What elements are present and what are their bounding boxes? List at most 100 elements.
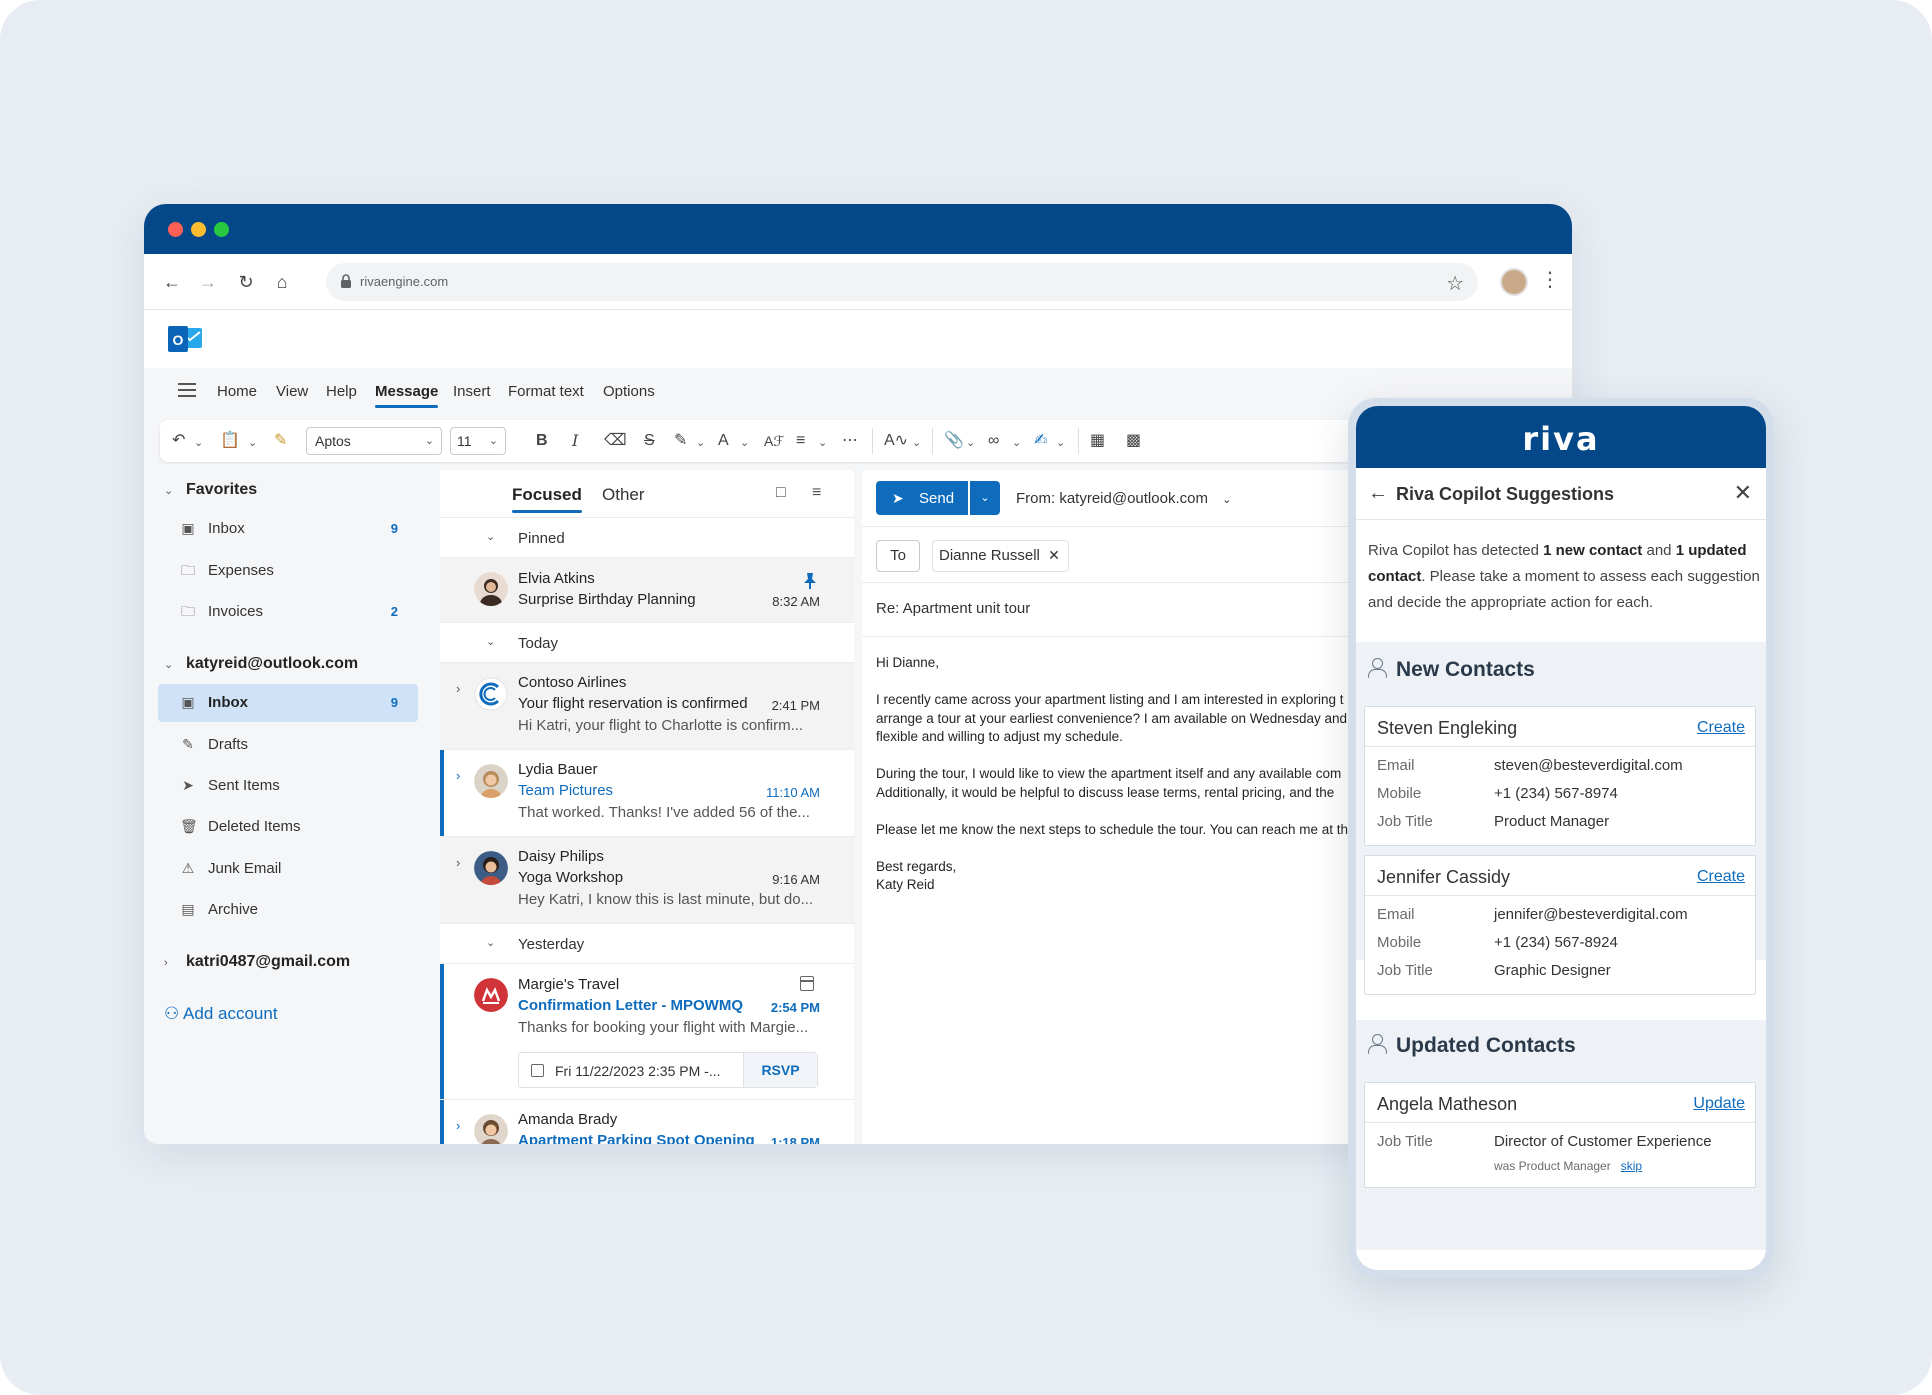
link-dropdown-icon[interactable]: ⌄ bbox=[1012, 432, 1021, 454]
sidebar-item-sent-items[interactable]: ➤ Sent Items bbox=[158, 767, 418, 805]
tab-format-text[interactable]: Format text bbox=[508, 383, 584, 400]
paste-icon[interactable]: 📋 bbox=[220, 430, 240, 452]
section-header-pinned[interactable]: ⌄ Pinned bbox=[440, 518, 854, 558]
format-painter-icon[interactable]: ✎ bbox=[274, 430, 287, 452]
font-size-select[interactable]: 11 ⌄ bbox=[450, 427, 506, 455]
chevron-right-icon[interactable]: › bbox=[456, 681, 460, 696]
section-header-yesterday[interactable]: ⌄ Yesterday bbox=[440, 924, 854, 964]
message-item-elvia-atkins[interactable]: Elvia Atkins Surprise Birthday Planning … bbox=[440, 558, 854, 623]
font-color-icon[interactable]: A bbox=[718, 430, 729, 452]
hamburger-menu-icon[interactable] bbox=[178, 383, 196, 397]
message-item-margies-travel[interactable]: Margie's Travel Confirmation Letter - MP… bbox=[440, 964, 854, 1100]
message-item-contoso-airlines[interactable]: › Contoso Airlines Your flight reservati… bbox=[440, 663, 854, 750]
profile-avatar[interactable] bbox=[1500, 268, 1528, 296]
message-time: 8:32 AM bbox=[772, 594, 820, 609]
favorites-group[interactable]: ⌄ Favorites bbox=[164, 481, 257, 499]
account-group-gmail[interactable]: › katri0487@gmail.com bbox=[164, 953, 350, 971]
tab-help[interactable]: Help bbox=[326, 383, 357, 400]
undo-dropdown-icon[interactable]: ⌄ bbox=[194, 432, 203, 454]
message-item-lydia-bauer[interactable]: › Lydia Bauer Team Pictures 11:10 AM Tha… bbox=[440, 750, 854, 837]
styles-icon[interactable]: A∿ bbox=[884, 430, 908, 452]
line-spacing-dropdown-icon[interactable]: ⌄ bbox=[818, 432, 827, 454]
message-item-amanda-brady[interactable]: › Amanda Brady Apartment Parking Spot Op… bbox=[440, 1100, 854, 1144]
insights-chart-icon[interactable]: ▩ bbox=[1126, 430, 1141, 452]
create-contact-link[interactable]: Create bbox=[1697, 719, 1745, 737]
send-options-dropdown[interactable]: ⌄ bbox=[970, 481, 1000, 515]
clear-format-icon[interactable]: ⌫ bbox=[604, 430, 627, 452]
attach-icon[interactable]: 📎 bbox=[944, 430, 964, 452]
section-header-today[interactable]: ⌄ Today bbox=[440, 623, 854, 663]
rsvp-button[interactable]: RSVP bbox=[743, 1053, 817, 1087]
message-item-daisy-philips[interactable]: › Daisy Philips Yoga Workshop 9:16 AM He… bbox=[440, 837, 854, 924]
browser-menu-icon[interactable]: ⋮ bbox=[1540, 270, 1560, 290]
close-icon[interactable]: ✕ bbox=[1734, 480, 1752, 506]
maximize-window-dot[interactable] bbox=[214, 222, 229, 237]
tab-view[interactable]: View bbox=[276, 383, 308, 400]
tab-insert[interactable]: Insert bbox=[453, 383, 491, 400]
paste-dropdown-icon[interactable]: ⌄ bbox=[248, 432, 257, 454]
sidebar-item-junk-email[interactable]: ⚠ Junk Email bbox=[158, 850, 418, 888]
avatar bbox=[474, 851, 508, 885]
tab-home[interactable]: Home bbox=[217, 383, 257, 400]
back-arrow-icon[interactable]: ← bbox=[160, 270, 184, 294]
bookmark-star-icon[interactable]: ☆ bbox=[1446, 271, 1464, 296]
highlight-icon[interactable]: ✎ bbox=[674, 430, 687, 452]
line-spacing-icon[interactable]: ≡ bbox=[796, 430, 805, 452]
update-contact-link[interactable]: Update bbox=[1693, 1095, 1745, 1113]
chevron-right-icon[interactable]: › bbox=[456, 855, 460, 870]
add-account-link[interactable]: ⚇ Add account bbox=[164, 1004, 278, 1024]
sidebar-item-deleted-items[interactable]: 🗑 Deleted Items bbox=[158, 808, 418, 846]
attach-dropdown-icon[interactable]: ⌄ bbox=[966, 432, 975, 454]
card-header: Steven Engleking Create bbox=[1365, 707, 1755, 747]
text-effects-icon[interactable]: Aℱ bbox=[764, 430, 784, 452]
chevron-right-icon[interactable]: › bbox=[456, 1118, 460, 1133]
filter-icon[interactable]: ≡ bbox=[812, 484, 830, 502]
url-bar[interactable]: rivaengine.com ☆ bbox=[326, 263, 1478, 301]
send-button[interactable]: ➤ Send bbox=[876, 481, 968, 515]
account-group-outlook[interactable]: ⌄ katyreid@outlook.com bbox=[164, 655, 358, 673]
italic-icon[interactable]: I bbox=[572, 430, 578, 452]
sidebar-item-archive[interactable]: ▤ Archive bbox=[158, 891, 418, 929]
strikethrough-icon[interactable]: S bbox=[644, 430, 655, 452]
reload-icon[interactable]: ↻ bbox=[234, 270, 258, 294]
apps-grid-icon[interactable]: ▦ bbox=[1090, 430, 1105, 452]
close-window-dot[interactable] bbox=[168, 222, 183, 237]
back-arrow-icon[interactable]: ← bbox=[1368, 482, 1388, 505]
sidebar-item-invoices[interactable]: 🗀 Invoices 2 bbox=[158, 593, 418, 631]
home-icon[interactable]: ⌂ bbox=[270, 270, 294, 294]
link-icon[interactable]: ∞ bbox=[988, 430, 999, 452]
create-contact-link[interactable]: Create bbox=[1697, 868, 1745, 886]
event-rsvp-row: Fri 11/22/2023 2:35 PM -... RSVP bbox=[518, 1052, 818, 1088]
remove-recipient-icon[interactable]: ✕ bbox=[1048, 547, 1060, 564]
bold-icon[interactable]: B bbox=[536, 430, 548, 452]
forward-arrow-icon[interactable]: → bbox=[196, 270, 220, 294]
subject-field[interactable]: Re: Apartment unit tour bbox=[876, 600, 1030, 617]
field-label: Email bbox=[1377, 906, 1415, 923]
inbox-icon: ▣ bbox=[181, 520, 195, 536]
pin-icon[interactable] bbox=[802, 572, 818, 590]
tab-focused[interactable]: Focused bbox=[512, 485, 582, 513]
tab-other[interactable]: Other bbox=[602, 485, 645, 505]
sidebar-item-inbox[interactable]: ▣ Inbox 9 bbox=[158, 684, 418, 722]
tab-options[interactable]: Options bbox=[603, 383, 655, 400]
highlight-dropdown-icon[interactable]: ⌄ bbox=[696, 432, 705, 454]
sidebar-item-inbox-favorite[interactable]: ▣ Inbox 9 bbox=[158, 510, 418, 548]
more-options-icon[interactable]: ⋯ bbox=[842, 430, 858, 452]
font-name-select[interactable]: Aptos ⌄ bbox=[306, 427, 442, 455]
font-color-dropdown-icon[interactable]: ⌄ bbox=[740, 432, 749, 454]
signature-dropdown-icon[interactable]: ⌄ bbox=[1056, 432, 1065, 454]
archive-icon: ▤ bbox=[181, 901, 195, 917]
signature-icon[interactable]: ✍ bbox=[1034, 430, 1047, 452]
select-mode-icon[interactable]: □ bbox=[776, 484, 794, 502]
styles-dropdown-icon[interactable]: ⌄ bbox=[912, 432, 921, 454]
skip-link[interactable]: skip bbox=[1621, 1159, 1642, 1173]
sidebar-item-drafts[interactable]: ✎ Drafts bbox=[158, 726, 418, 764]
from-selector[interactable]: From: katyreid@outlook.com ⌄ bbox=[1016, 490, 1231, 507]
to-button[interactable]: To bbox=[876, 540, 920, 572]
minimize-window-dot[interactable] bbox=[191, 222, 206, 237]
recipient-chip[interactable]: Dianne Russell ✕ bbox=[932, 540, 1069, 572]
chevron-right-icon[interactable]: › bbox=[456, 768, 460, 783]
sidebar-item-expenses[interactable]: 🗀 Expenses bbox=[158, 552, 418, 590]
undo-icon[interactable]: ↶ bbox=[172, 430, 185, 452]
tab-message[interactable]: Message bbox=[375, 383, 439, 408]
